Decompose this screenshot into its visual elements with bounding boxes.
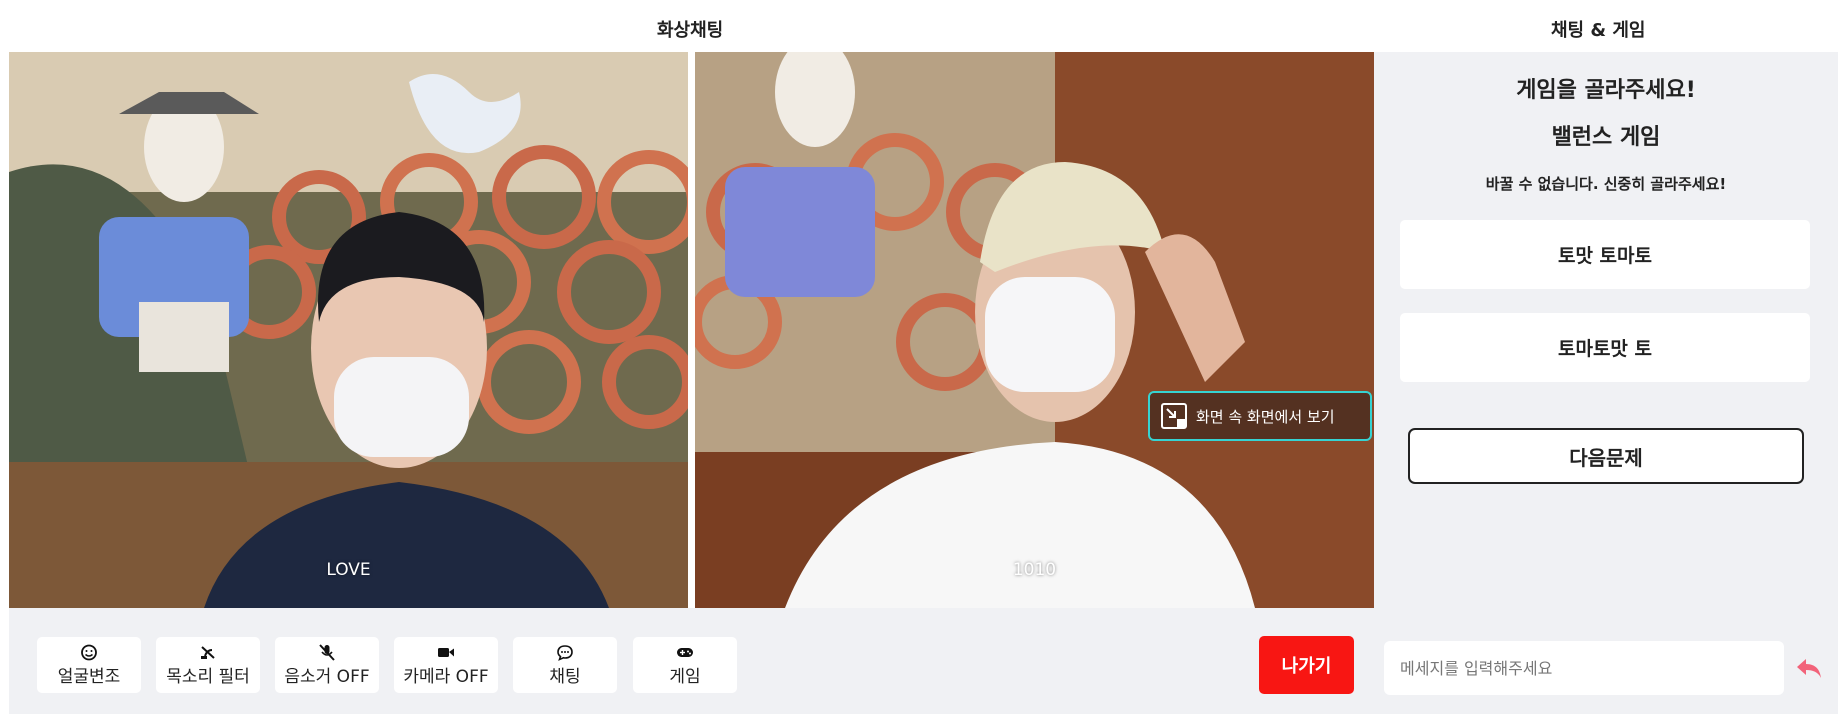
video-section-title: 화상채팅: [657, 20, 724, 41]
game-button[interactable]: 게임: [633, 637, 737, 693]
video-username: LOVE: [326, 560, 371, 580]
camera-button[interactable]: 카메라 OFF: [394, 637, 498, 693]
video-camera-icon: [438, 647, 454, 657]
face-filter-button[interactable]: 얼굴변조: [37, 637, 141, 693]
tool-label: 목소리 필터: [166, 666, 250, 687]
picture-in-picture-icon: [1160, 402, 1188, 430]
picture-in-picture-button[interactable]: 화면 속 화면에서 보기: [1148, 391, 1372, 441]
chat-message-input[interactable]: [1384, 641, 1784, 695]
choice-option-b[interactable]: 토마토맛 토: [1400, 313, 1810, 382]
game-warning: 바꿀 수 없습니다. 신중히 골라주세요!: [1485, 175, 1727, 193]
choice-option-a[interactable]: 토맛 토마토: [1400, 220, 1810, 289]
chat-section-title: 채팅 & 게임: [1551, 20, 1646, 41]
tool-label: 채팅: [549, 666, 581, 687]
tool-label: 음소거 OFF: [284, 666, 370, 687]
chat-input-bar: [1374, 608, 1838, 714]
video-frame-left: [9, 52, 688, 608]
mute-button[interactable]: 음소거 OFF: [275, 637, 379, 693]
voice-filter-button[interactable]: 목소리 필터: [156, 637, 260, 693]
video-username: 1010: [1012, 560, 1057, 580]
tool-label: 카메라 OFF: [403, 666, 489, 687]
exit-button[interactable]: 나가기: [1259, 636, 1354, 694]
local-video: LOVE: [9, 52, 688, 608]
control-toolbar: 얼굴변조 목소리 필터 음소거 OFF 카메라 OFF 채팅 게임 나가기: [9, 608, 1374, 714]
mic-off-icon: [319, 643, 335, 661]
game-name: 밸런스 게임: [1551, 125, 1661, 150]
next-question-button[interactable]: 다음문제: [1408, 428, 1804, 484]
picture-in-picture-label: 화면 속 화면에서 보기: [1196, 407, 1335, 426]
smile-icon: [81, 644, 97, 660]
video-frame-right: [695, 52, 1374, 608]
tool-label: 얼굴변조: [57, 666, 121, 687]
reply-arrow-icon[interactable]: [1794, 653, 1824, 683]
game-panel: 게임을 골라주세요! 밸런스 게임 바꿀 수 없습니다. 신중히 골라주세요! …: [1374, 52, 1838, 608]
voice-filter-icon: [201, 645, 215, 659]
chat-bubble-icon: [557, 644, 573, 661]
tool-label: 게임: [669, 666, 701, 687]
game-prompt: 게임을 골라주세요!: [1516, 78, 1696, 103]
chat-button[interactable]: 채팅: [513, 637, 617, 693]
gamepad-icon: [677, 647, 693, 657]
remote-video: 1010: [695, 52, 1374, 608]
